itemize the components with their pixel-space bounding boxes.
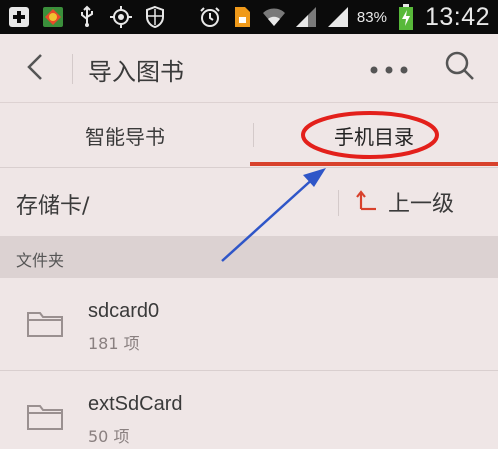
sim-card-icon: [229, 4, 255, 30]
section-title: 文件夹: [16, 251, 65, 270]
battery-charging-icon: [393, 4, 419, 30]
status-bar-right: 83% 13:42: [197, 0, 490, 34]
up-arrow-icon: [356, 189, 378, 215]
search-button[interactable]: [440, 48, 480, 88]
section-header: 文件夹: [0, 236, 498, 278]
current-path: 存储卡/: [16, 194, 90, 219]
search-icon: [444, 50, 476, 86]
more-icon: [369, 60, 409, 79]
app-bar-divider: [72, 54, 73, 84]
add-icon: [6, 4, 32, 30]
back-button[interactable]: [18, 50, 52, 88]
active-tab-indicator: [250, 162, 498, 166]
back-icon: [26, 53, 44, 85]
tab-bar: 智能导书 手机目录: [0, 103, 498, 168]
folder-item-extsdcard[interactable]: extSdCard 50 项: [0, 371, 498, 449]
gps-icon: [108, 4, 134, 30]
folder-icon: [26, 308, 64, 338]
path-bar-divider: [338, 190, 339, 216]
tab-phone-directory[interactable]: 手机目录: [250, 103, 498, 168]
folder-name: sdcard0: [88, 300, 160, 322]
clock-time: 13:42: [424, 2, 490, 31]
wifi-icon: [261, 4, 287, 30]
status-bar: 83% 13:42: [0, 0, 498, 34]
app-icon: [40, 4, 66, 30]
folder-item-count: 181 项: [88, 334, 140, 353]
folder-icon: [26, 401, 64, 431]
shield-icon: [142, 4, 168, 30]
signal-icon: [325, 4, 351, 30]
page-title: 导入图书: [88, 58, 184, 86]
tab-smart-import[interactable]: 智能导书: [0, 103, 250, 168]
more-button[interactable]: [366, 54, 412, 84]
folder-name: extSdCard: [88, 393, 183, 415]
parent-directory-label: 上一级: [388, 192, 455, 217]
folder-item-sdcard0[interactable]: sdcard0 181 项: [0, 278, 498, 370]
app-bar: 导入图书: [0, 34, 498, 103]
alarm-icon: [197, 4, 223, 30]
usb-icon: [74, 4, 100, 30]
parent-directory-button[interactable]: 上一级: [356, 182, 454, 222]
status-bar-left: [0, 0, 168, 34]
battery-percent: 83%: [356, 8, 387, 26]
folder-item-count: 50 项: [88, 427, 130, 446]
signal-icon: [293, 4, 319, 30]
path-bar: 存储卡/ 上一级: [0, 168, 498, 236]
